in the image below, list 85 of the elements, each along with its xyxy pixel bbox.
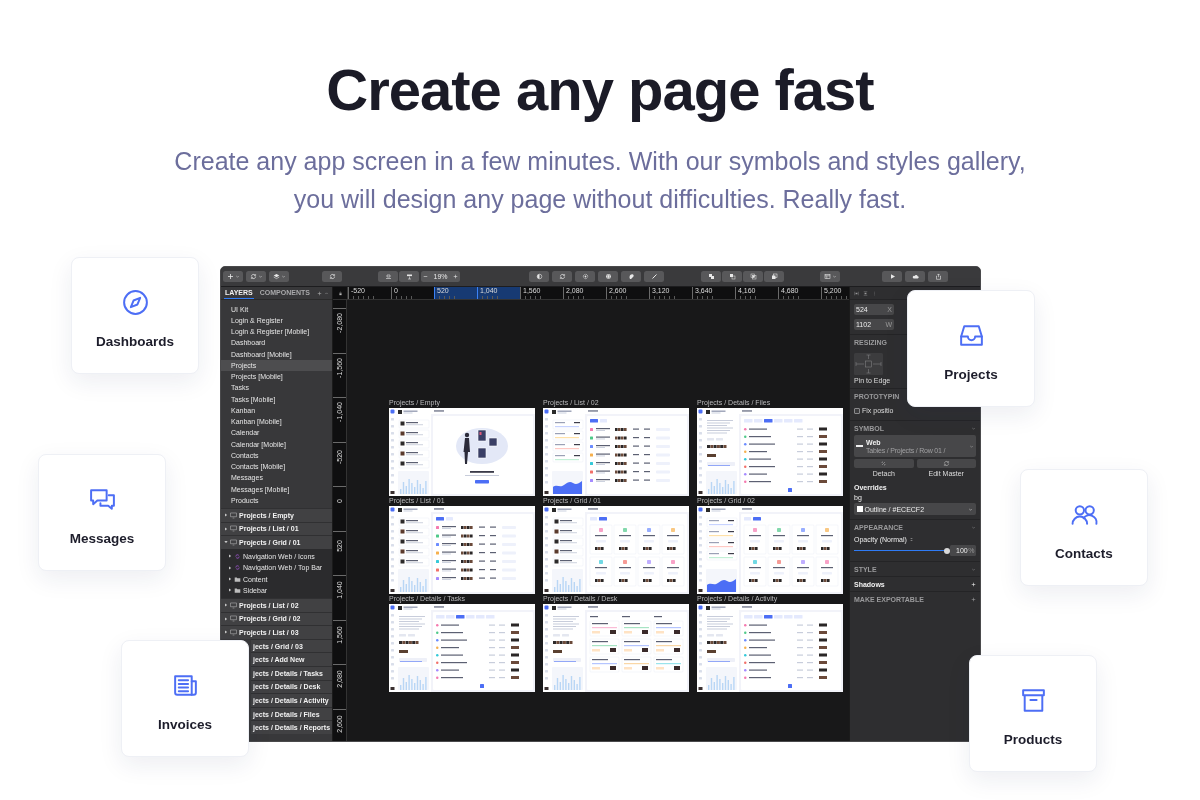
- up-down-icon: [908, 537, 914, 542]
- chevron-down-icon: [971, 566, 976, 572]
- card-label: Dashboards: [96, 334, 174, 349]
- insert-button[interactable]: [223, 271, 243, 282]
- tray-icon: [384, 273, 392, 280]
- circular-arrows-icon: [558, 273, 566, 280]
- monitor-icon: [230, 628, 237, 636]
- feature-card[interactable]: Messages: [38, 454, 166, 571]
- toolbar-button[interactable]: [575, 271, 595, 282]
- chevron-down-icon: [968, 506, 973, 512]
- circular-arrows-icon: [328, 273, 336, 280]
- stamp-icon: [405, 273, 413, 280]
- card-label: Products: [1003, 732, 1063, 747]
- chevron-down-icon: [257, 274, 263, 279]
- panel-icon: [823, 273, 831, 280]
- toolbar-button[interactable]: [621, 271, 641, 282]
- chevron-down-icon: [234, 274, 240, 279]
- toolbar-button[interactable]: [722, 271, 742, 282]
- chevron-down-icon: [971, 524, 976, 530]
- view-button[interactable]: [820, 271, 840, 282]
- card-label: Contacts: [1055, 546, 1113, 561]
- toolbar-button[interactable]: [529, 271, 549, 282]
- card-label: Messages: [69, 531, 135, 546]
- intersect-icon: [749, 273, 757, 280]
- symbol-button[interactable]: [246, 271, 266, 282]
- share-icon: [934, 273, 942, 280]
- compass-icon: [120, 288, 150, 317]
- align-icon: [854, 290, 859, 296]
- monitor-icon: [230, 525, 237, 533]
- card-label: Projects: [944, 367, 998, 382]
- distribute-icon: [863, 290, 868, 296]
- feature-card[interactable]: Contacts: [1020, 469, 1148, 586]
- cloud-icon: [911, 273, 919, 280]
- create-symbol-button[interactable]: [322, 271, 342, 282]
- toolbar-button[interactable]: [764, 271, 784, 282]
- play-icon: [888, 273, 896, 280]
- card-label: Invoices: [158, 717, 212, 732]
- monitor-icon: [230, 511, 237, 519]
- feature-card[interactable]: Dashboards: [71, 257, 199, 374]
- circular-arrows-icon: [249, 273, 257, 280]
- plus-icon: [226, 273, 234, 280]
- minus-icon: [423, 274, 428, 279]
- page-title: Create any page fast: [326, 58, 874, 122]
- plus-icon: [317, 290, 322, 296]
- toolbar-button[interactable]: [552, 271, 572, 282]
- monitor-icon: [230, 601, 237, 609]
- toolbar-button[interactable]: [399, 271, 419, 282]
- gear-icon: [581, 273, 589, 280]
- chevron-down-icon: [971, 425, 976, 431]
- monitor-icon: [230, 539, 237, 546]
- share-button[interactable]: [928, 271, 948, 282]
- detach-icon: [880, 460, 888, 467]
- toolbar-button[interactable]: [598, 271, 618, 282]
- subtract-icon: [728, 273, 736, 280]
- symbol-icon: [234, 564, 241, 572]
- page-subtitle: Create any app screen in a few minutes. With our symbols and styles gallery, you will design any page without difficulties. Really fast.: [173, 146, 1027, 215]
- checkbox[interactable]: [854, 407, 860, 414]
- layers-icon: [272, 273, 280, 280]
- globe-icon: [604, 273, 612, 280]
- union-icon: [707, 273, 715, 280]
- preview-button[interactable]: [882, 271, 902, 282]
- collapsed-arrow-icon[interactable]: [228, 577, 232, 581]
- chevron-down-icon: [280, 274, 286, 279]
- blob-icon: [627, 273, 635, 280]
- monitor-icon: [230, 615, 237, 623]
- feature-card[interactable]: Products: [969, 655, 1097, 772]
- opacity-slider[interactable]: [854, 549, 947, 552]
- feature-card[interactable]: Invoices: [121, 640, 249, 757]
- pen-icon: [650, 273, 658, 280]
- toolbar-button[interactable]: [743, 271, 763, 282]
- cloud-button[interactable]: [905, 271, 925, 282]
- feature-card[interactable]: Projects: [907, 290, 1035, 407]
- chevron-down-icon: [969, 443, 974, 449]
- plus-icon: [971, 596, 976, 602]
- layer-button[interactable]: [269, 271, 289, 282]
- toolbar-button[interactable]: [701, 271, 721, 282]
- toolbar-button[interactable]: [378, 271, 398, 282]
- chevron-up-icon: [324, 290, 329, 296]
- chevron-down-icon: [831, 274, 837, 279]
- symbol-icon: [234, 552, 241, 560]
- circular-arrows-icon: [942, 460, 950, 467]
- plus-icon: [971, 581, 976, 587]
- half-circle-icon: [535, 273, 543, 280]
- difference-icon: [770, 273, 778, 280]
- plus-icon: [453, 274, 458, 279]
